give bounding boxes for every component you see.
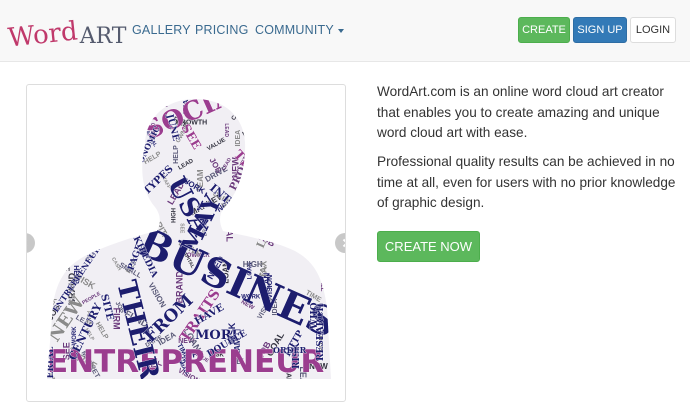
chevron-right-icon (342, 238, 345, 248)
word-cloud-image: OWNERTIMECAPITALBRANDVALUENEWTEAMSEENEWG… (44, 85, 346, 385)
cloud-filler-word: FUND (322, 183, 346, 204)
cloud-filler-word: CAPITAL (63, 85, 91, 106)
cloud-filler-word: TEAM (296, 179, 302, 196)
cloud-filler-word: NEED (263, 198, 269, 212)
cloud-filler-word: STAFF (107, 206, 127, 232)
cloud-filler-word: HIGH (322, 112, 336, 124)
cloud-filler-word: CAPITAL (225, 204, 235, 243)
chevron-left-icon (27, 240, 28, 246)
login-button[interactable]: LOGIN (630, 17, 676, 43)
cloud-filler-word: IDEA (111, 173, 125, 184)
cloud-word: LIFESTYLE (254, 182, 294, 250)
cloud-filler-word: NEED (112, 118, 131, 142)
cloud-filler-word: CAPITAL (112, 168, 118, 194)
wordart-logo[interactable]: Word ART (6, 12, 127, 54)
top-navbar: Word ART GALLERY PRICING COMMUNITY CREAT… (0, 0, 690, 62)
cloud-filler-word: GOAL (79, 187, 100, 194)
cloud-word: SERIAL (46, 346, 56, 385)
cloud-word: ORDER (273, 345, 307, 355)
nav-gallery[interactable]: GALLERY (132, 23, 191, 37)
create-now-button[interactable]: CREATE NOW (377, 231, 480, 262)
nav-community-label: COMMUNITY (255, 23, 334, 37)
cloud-filler-word: HELP (67, 102, 73, 118)
cloud-filler-word: FUND (315, 171, 331, 191)
cloud-filler-word: DRIVE (85, 179, 105, 205)
cloud-filler-word: TEAM (62, 142, 69, 162)
nav-pricing[interactable]: PRICING (195, 23, 249, 37)
cloud-filler-word: OWNER (68, 123, 85, 146)
cloud-filler-word: CASH (112, 131, 118, 146)
nav-community[interactable]: COMMUNITY (255, 23, 344, 37)
cloud-filler-word: BRAND (47, 198, 66, 223)
cloud-filler-word: GOAL (275, 129, 302, 139)
cloud-filler-word: DRIVE (289, 100, 317, 110)
cloud-filler-word: BRAND (316, 100, 322, 122)
cloud-filler-word: SMALL (319, 271, 325, 292)
cloud-filler-word: MARKET (73, 234, 104, 241)
cloud-filler-word: CAPITAL (231, 96, 249, 121)
logo-art: ART (79, 24, 127, 49)
cloud-filler-word: CAPITAL (55, 165, 83, 204)
cloud-filler-word: NEW (269, 174, 288, 198)
hero-description: WordArt.com is an online word cloud art … (377, 84, 664, 140)
create-button[interactable]: CREATE (518, 17, 570, 43)
cloud-filler-word: IDEA (302, 129, 308, 144)
cloud-filler-word: TAX (272, 195, 278, 207)
cloud-filler-word: IDEA (317, 179, 338, 196)
cloud-filler-word: VALUE (141, 100, 168, 109)
cloud-filler-word: HELP (124, 198, 130, 212)
cloud-filler-word: NEED (47, 133, 57, 159)
cloud-word: WHO (310, 302, 320, 330)
word-art-carousel: OWNER TIME CAPITAL BRAND VALUE NEW TEAM SEE NEW G… (26, 84, 346, 402)
cloud-filler-word: LOAN (66, 162, 85, 186)
cloud-filler-word: STAFF (59, 149, 76, 172)
cloud-filler-word: LOAN (306, 129, 325, 153)
cloud-filler-word: DRIVE (91, 85, 120, 102)
cloud-filler-word: NEW (244, 102, 257, 113)
cloud-filler-word: LEAD (242, 123, 262, 139)
cloud-filler-word: OWNER (79, 188, 110, 211)
cloud-filler-word: IDEA (325, 145, 337, 151)
cloud-filler-word: WORK (72, 194, 88, 200)
cloud-filler-word: STAFF (72, 151, 97, 160)
cloud-filler-word: HIGH (55, 267, 70, 273)
cloud-filler-word: TIME (78, 170, 96, 192)
cloud-filler-word: IDEA (50, 151, 60, 173)
cloud-filler-word: HELP (173, 145, 180, 164)
cloud-filler-word: IDEA (81, 85, 105, 104)
cloud-filler-word: VALUE (80, 221, 98, 235)
sign-up-button[interactable]: SIGN UP (573, 17, 627, 43)
cloud-filler-word: GOAL (262, 158, 271, 181)
cloud-filler-word: LEAD (223, 123, 229, 137)
cloud-filler-word: PLAN (261, 118, 267, 134)
hero-subtext: Professional quality results can be achi… (377, 154, 676, 210)
cloud-filler-word: SEE (71, 225, 77, 236)
cloud-filler-word: VALUE (261, 215, 268, 239)
cloud-filler-word: MARKET (302, 170, 323, 176)
logo-word: Word (6, 16, 80, 54)
cloud-filler-word: OWNER (74, 152, 100, 187)
chevron-down-icon (337, 28, 344, 33)
cloud-filler-word: JOB (44, 225, 55, 237)
cloud-filler-word: VALUE (254, 184, 278, 191)
cloud-filler-word: HIGH (301, 231, 308, 249)
cloud-filler-word: MARKET (70, 85, 79, 103)
cloud-filler-word: SMALL (282, 149, 289, 174)
